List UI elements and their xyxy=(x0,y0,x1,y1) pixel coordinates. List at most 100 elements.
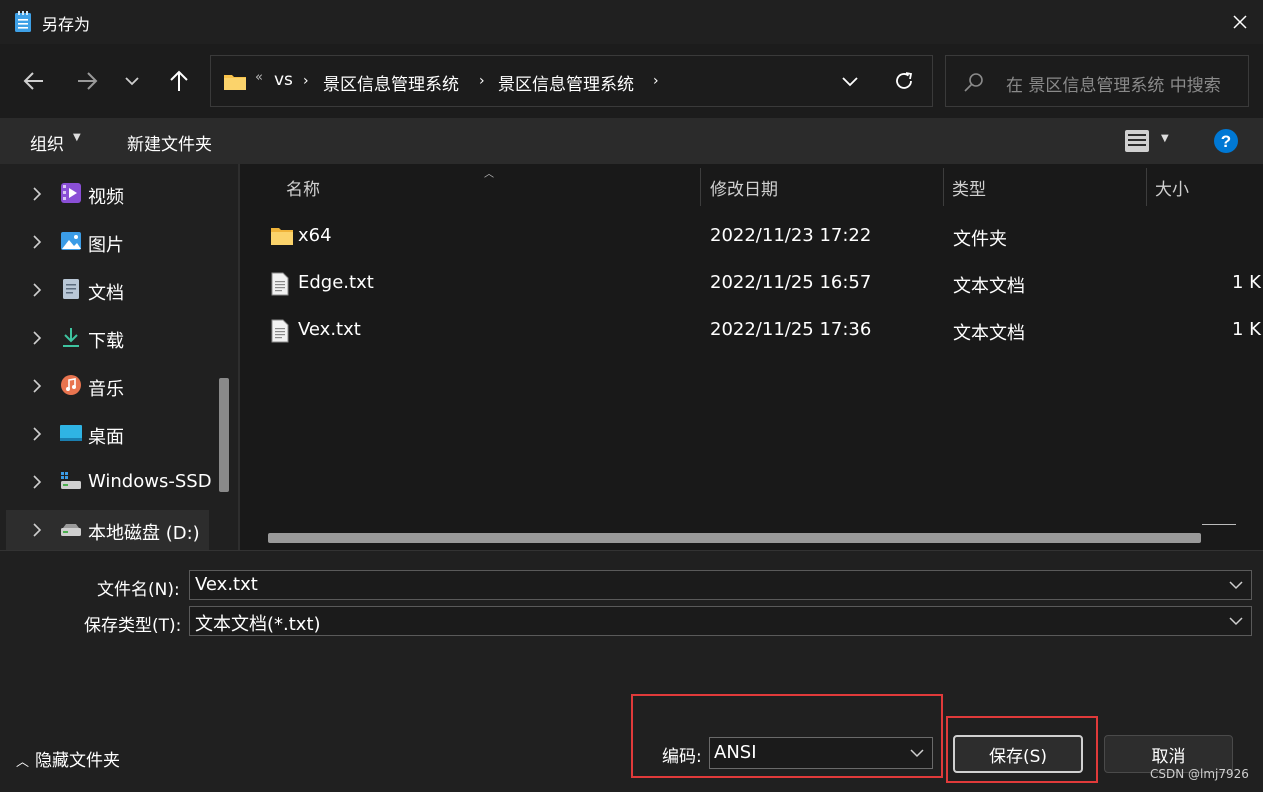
text-file-icon xyxy=(271,272,289,296)
svg-text:?: ? xyxy=(1221,132,1231,151)
breadcrumb-item[interactable]: vs xyxy=(274,70,293,90)
close-button[interactable] xyxy=(1217,0,1263,44)
chevron-right-icon[interactable] xyxy=(32,283,42,297)
drive-icon xyxy=(61,472,81,489)
arrow-left-icon xyxy=(23,72,43,90)
sidebar-item-local-disk-d[interactable]: 本地磁盘 (D:) xyxy=(6,510,209,550)
filename-label: 文件名(N): xyxy=(97,580,180,600)
chevron-right-icon[interactable] xyxy=(32,331,42,345)
documents-icon xyxy=(63,279,79,299)
file-row[interactable]: Edge.txt 2022/11/25 16:57 文本文档 1 K xyxy=(240,261,1263,307)
breadcrumb-chevron-icon[interactable]: › xyxy=(653,73,659,89)
file-size: 1 K xyxy=(1232,319,1261,340)
file-name: Edge.txt xyxy=(298,272,374,293)
chevron-right-icon[interactable] xyxy=(32,475,42,489)
help-icon[interactable]: ? xyxy=(1213,128,1239,154)
chevron-right-icon[interactable] xyxy=(32,523,42,537)
sidebar-item-music[interactable]: 音乐 xyxy=(6,366,209,406)
search-placeholder: 在 景区信息管理系统 中搜索 xyxy=(1006,76,1221,96)
breadcrumb-item[interactable]: 景区信息管理系统 xyxy=(498,70,634,95)
breadcrumb-chevron-icon[interactable]: › xyxy=(303,73,309,89)
video-icon xyxy=(61,183,81,203)
recent-locations-button[interactable] xyxy=(112,64,152,98)
file-row[interactable]: x64 2022/11/23 17:22 文件夹 xyxy=(240,214,1263,260)
address-overflow[interactable]: « xyxy=(255,70,263,85)
refresh-icon[interactable] xyxy=(893,70,915,92)
column-divider[interactable] xyxy=(700,168,701,206)
back-button[interactable] xyxy=(14,64,54,98)
save-button[interactable]: 保存(S) xyxy=(953,735,1083,773)
forward-button[interactable] xyxy=(67,64,107,98)
sidebar-item-videos[interactable]: 视频 xyxy=(6,174,209,214)
window-title: 另存为 xyxy=(42,15,91,34)
encoding-select[interactable]: ANSI xyxy=(709,737,933,769)
chevron-down-icon[interactable] xyxy=(841,72,859,90)
music-icon xyxy=(61,375,81,395)
file-modified: 2022/11/25 17:36 xyxy=(710,319,872,340)
text-file-icon xyxy=(271,319,289,343)
file-type: 文件夹 xyxy=(953,229,1007,250)
navigation-pane: 视频 图片 文档 下载 音乐 桌面 Windows-SSD 本地磁盘 (D:) xyxy=(0,164,238,550)
sidebar-item-documents[interactable]: 文档 xyxy=(6,270,209,310)
arrow-up-icon xyxy=(170,70,188,91)
column-divider[interactable] xyxy=(1146,168,1147,206)
title-bar: 另存为 xyxy=(0,0,1263,44)
chevron-down-icon[interactable] xyxy=(1229,580,1243,590)
column-header-modified[interactable]: 修改日期 xyxy=(710,175,778,200)
filename-value[interactable]: Vex.txt xyxy=(195,574,258,595)
address-bar[interactable]: « vs › 景区信息管理系统 › 景区信息管理系统 › xyxy=(210,55,933,107)
hide-folders-button[interactable]: ︿ 隐藏文件夹 xyxy=(16,746,120,771)
column-header-size[interactable]: 大小 xyxy=(1155,175,1189,200)
file-row[interactable]: Vex.txt 2022/11/25 17:36 文本文档 1 K xyxy=(240,308,1263,354)
horizontal-scrollbar[interactable] xyxy=(268,533,1201,543)
sidebar-scrollbar[interactable] xyxy=(219,378,229,492)
sidebar-item-label: 视频 xyxy=(88,187,124,208)
breadcrumb-item[interactable]: 景区信息管理系统 xyxy=(323,70,459,95)
breadcrumb-chevron-icon[interactable]: › xyxy=(479,73,485,89)
chevron-up-icon: ︿ xyxy=(16,755,30,770)
sidebar-item-label: 桌面 xyxy=(88,427,124,448)
caret-down-icon[interactable]: ▼ xyxy=(1161,133,1169,144)
caret-down-icon[interactable]: ▼ xyxy=(73,132,81,143)
sidebar-item-downloads[interactable]: 下载 xyxy=(6,318,209,358)
sidebar-item-windows-ssd[interactable]: Windows-SSD xyxy=(6,462,212,502)
arrow-right-icon xyxy=(78,72,98,90)
chevron-right-icon[interactable] xyxy=(32,379,42,393)
organize-button[interactable]: 组织 xyxy=(30,130,64,155)
chevron-right-icon[interactable] xyxy=(32,235,42,249)
navigation-bar: « vs › 景区信息管理系统 › 景区信息管理系统 › 在 景区信息管理系统 … xyxy=(0,44,1263,118)
file-type: 文本文档 xyxy=(953,323,1025,344)
search-box[interactable]: 在 景区信息管理系统 中搜索 xyxy=(945,55,1249,107)
column-header-name[interactable]: 名称 xyxy=(286,175,320,200)
sidebar-item-label: 本地磁盘 (D:) xyxy=(88,523,200,544)
column-divider[interactable] xyxy=(943,168,944,206)
new-folder-button[interactable]: 新建文件夹 xyxy=(127,130,212,155)
up-button[interactable] xyxy=(159,64,199,98)
sidebar-item-label: 音乐 xyxy=(88,379,124,400)
downloads-icon xyxy=(63,328,79,347)
chevron-down-icon[interactable] xyxy=(1229,616,1243,626)
chevron-down-icon xyxy=(125,77,139,86)
filetype-select[interactable]: 文本文档(*.txt) xyxy=(189,606,1252,636)
sort-ascending-icon: ︿ xyxy=(484,169,494,180)
close-icon xyxy=(1233,15,1247,29)
sidebar-item-pictures[interactable]: 图片 xyxy=(6,222,209,262)
encoding-value: ANSI xyxy=(714,742,757,763)
scroll-corner xyxy=(1202,524,1236,525)
filetype-value: 文本文档(*.txt) xyxy=(195,614,321,635)
filetype-label: 保存类型(T): xyxy=(84,616,182,636)
encoding-label: 编码: xyxy=(662,747,702,767)
pictures-icon xyxy=(61,232,81,250)
file-type: 文本文档 xyxy=(953,276,1025,297)
local-disk-icon xyxy=(61,524,81,536)
file-name: x64 xyxy=(298,225,332,246)
column-header-type[interactable]: 类型 xyxy=(952,175,986,200)
chevron-right-icon[interactable] xyxy=(32,187,42,201)
view-options-icon[interactable] xyxy=(1124,129,1150,153)
chevron-down-icon[interactable] xyxy=(910,748,924,758)
file-list: ︿ 名称 修改日期 类型 大小 x64 2022/11/23 17:22 文件夹… xyxy=(240,164,1263,550)
sidebar-item-label: 下载 xyxy=(88,331,124,352)
sidebar-item-desktop[interactable]: 桌面 xyxy=(6,414,209,454)
chevron-right-icon[interactable] xyxy=(32,427,42,441)
filename-input[interactable]: Vex.txt xyxy=(189,570,1252,600)
